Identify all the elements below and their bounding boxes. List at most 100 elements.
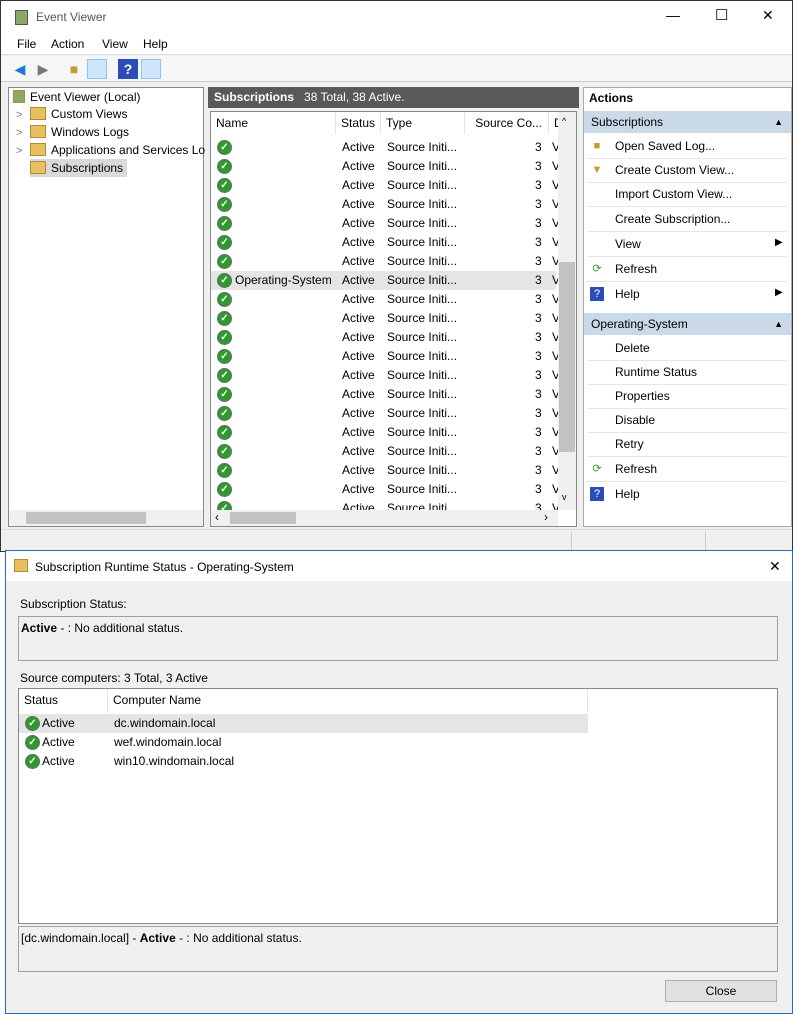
tree-item-label: Applications and Services Lo <box>51 143 206 157</box>
section-operating-system[interactable]: Operating-System ▲ <box>584 313 791 335</box>
section-title: Subscriptions <box>591 115 664 129</box>
action-import-custom-view-[interactable]: Import Custom View... <box>615 184 732 204</box>
horizontal-scrollbar[interactable]: ‹ › <box>211 510 558 526</box>
action-retry[interactable]: Retry <box>615 434 644 454</box>
list-rows: ✓ActiveSource Initi...3V✓ActiveSource In… <box>211 138 558 510</box>
row-status: Active <box>342 349 375 363</box>
action-disable[interactable]: Disable <box>615 410 655 430</box>
tree-item-custom-views[interactable]: Custom Views <box>30 105 127 123</box>
minimize-button[interactable]: — <box>666 7 680 23</box>
column-status[interactable]: Status <box>19 689 108 713</box>
action-help[interactable]: Help <box>615 284 640 304</box>
row-source-count: 3 <box>535 463 542 477</box>
action-create-subscription-[interactable]: Create Subscription... <box>615 209 730 229</box>
subscription-row[interactable]: ✓ActiveSource Initi...3V <box>211 499 558 510</box>
subscription-row[interactable]: ✓ActiveSource Initi...3V <box>211 442 558 461</box>
subscription-row[interactable]: ✓ActiveSource Initi...3V <box>211 157 558 176</box>
subscription-row[interactable]: ✓ActiveSource Initi...3V <box>211 404 558 423</box>
column-type[interactable]: Type <box>381 112 465 134</box>
scrollbar-thumb[interactable] <box>559 262 575 452</box>
vertical-scrollbar[interactable]: ^ v <box>558 112 576 510</box>
filter-icon: ▼ <box>591 164 603 176</box>
subscription-row[interactable]: ✓ActiveSource Initi...3V <box>211 214 558 233</box>
chevron-right-icon[interactable]: > <box>16 127 22 139</box>
tree-horizontal-scrollbar[interactable] <box>9 510 203 526</box>
collapse-icon[interactable]: ▲ <box>774 313 783 335</box>
row-type: Source Initi... <box>387 216 458 230</box>
chevron-right-icon[interactable]: > <box>16 109 22 121</box>
folder-subscriptions-icon <box>30 161 46 174</box>
tree-item-label: Custom Views <box>51 107 128 121</box>
subscription-row[interactable]: ✓ActiveSource Initi...3V <box>211 138 558 157</box>
help-icon[interactable]: ? <box>118 59 138 79</box>
column-status[interactable]: Status <box>336 112 381 134</box>
close-button[interactable]: ✕ <box>762 7 774 24</box>
row-type: Source Initi... <box>387 425 458 439</box>
section-title: Operating-System <box>591 317 688 331</box>
subscription-row[interactable]: ✓ActiveSource Initi...3V <box>211 252 558 271</box>
active-check-icon: ✓ <box>217 254 232 269</box>
tree-item-label: Windows Logs <box>51 125 130 139</box>
source-computer-row[interactable]: ✓ Active dc.windomain.local <box>19 714 588 733</box>
folder-up-icon[interactable]: ■ <box>64 59 84 79</box>
source-computer-row[interactable]: ✓ Active wef.windomain.local <box>19 733 588 752</box>
action-runtime-status[interactable]: Runtime Status <box>615 362 697 382</box>
row-type: Source Initi... <box>387 330 458 344</box>
subscription-row[interactable]: ✓ActiveSource Initi...3V <box>211 461 558 480</box>
subscription-row[interactable]: ✓ActiveSource Initi...3V <box>211 176 558 195</box>
scroll-left-icon[interactable]: ‹ <box>215 510 219 524</box>
subscription-row[interactable]: ✓ActiveSource Initi...3V <box>211 423 558 442</box>
tree-root[interactable]: Event Viewer (Local) <box>13 88 141 106</box>
tree-item-subscriptions[interactable]: Subscriptions <box>30 159 128 177</box>
action-refresh[interactable]: Refresh <box>615 459 657 479</box>
subscription-row[interactable]: ✓ActiveSource Initi...3V <box>211 233 558 252</box>
forward-arrow-icon[interactable]: ▶ <box>33 59 53 79</box>
active-check-icon: ✓ <box>217 178 232 193</box>
subscription-row[interactable]: ✓ActiveSource Initi...3V <box>211 347 558 366</box>
menu-file[interactable]: File <box>17 37 36 51</box>
row-computer-name: win10.windomain.local <box>114 754 235 768</box>
menu-help[interactable]: Help <box>143 37 168 51</box>
dialog-close-icon[interactable]: ✕ <box>769 558 781 575</box>
chevron-right-icon[interactable]: > <box>16 145 22 157</box>
scroll-right-icon[interactable]: › <box>544 510 548 524</box>
row-type: Source Initi... <box>387 482 458 496</box>
action-create-custom-view-[interactable]: Create Custom View... <box>615 160 734 180</box>
collapse-icon[interactable]: ▲ <box>774 111 783 133</box>
tree-item-applications-services[interactable]: Applications and Services Lo <box>30 141 205 159</box>
scrollbar-thumb[interactable] <box>26 512 146 524</box>
refresh-icon: ⟳ <box>592 263 602 275</box>
scroll-up-icon[interactable]: ^ <box>562 116 566 126</box>
action-view[interactable]: View <box>615 234 641 254</box>
menu-view[interactable]: View <box>102 37 128 51</box>
scroll-down-icon[interactable]: v <box>562 492 567 502</box>
section-subscriptions[interactable]: Subscriptions ▲ <box>584 111 791 133</box>
subscription-row[interactable]: ✓Operating-SystemActiveSource Initi...3V <box>211 271 558 290</box>
source-computer-row[interactable]: ✓ Active win10.windomain.local <box>19 752 588 771</box>
tree-item-windows-logs[interactable]: Windows Logs <box>30 123 129 141</box>
action-properties[interactable]: Properties <box>615 386 670 406</box>
show-tree-icon[interactable] <box>87 59 107 79</box>
close-dialog-button[interactable]: Close <box>665 980 777 1002</box>
show-actions-icon[interactable] <box>141 59 161 79</box>
back-arrow-icon[interactable]: ◀ <box>10 59 30 79</box>
action-open-saved-log-[interactable]: Open Saved Log... <box>615 136 715 156</box>
menu-action[interactable]: Action <box>51 37 84 51</box>
subscription-row[interactable]: ✓ActiveSource Initi...3V <box>211 366 558 385</box>
subscription-row[interactable]: ✓ActiveSource Initi...3V <box>211 480 558 499</box>
scrollbar-thumb[interactable] <box>230 512 296 524</box>
subscription-row[interactable]: ✓ActiveSource Initi...3V <box>211 290 558 309</box>
action-refresh[interactable]: Refresh <box>615 259 657 279</box>
subscription-row[interactable]: ✓ActiveSource Initi...3V <box>211 385 558 404</box>
subscription-row[interactable]: ✓ActiveSource Initi...3V <box>211 328 558 347</box>
column-name[interactable]: Name <box>211 112 336 134</box>
subscription-status-label: Subscription Status: <box>20 597 127 611</box>
action-help[interactable]: Help <box>615 484 640 504</box>
column-computer-name[interactable]: Computer Name <box>108 689 588 713</box>
action-delete[interactable]: Delete <box>615 338 650 358</box>
subscription-row[interactable]: ✓ActiveSource Initi...3V <box>211 309 558 328</box>
detail-bold: Active <box>139 931 176 945</box>
subscription-row[interactable]: ✓ActiveSource Initi...3V <box>211 195 558 214</box>
maximize-button[interactable]: ☐ <box>715 6 728 24</box>
column-source-computers[interactable]: Source Co... <box>465 112 549 134</box>
